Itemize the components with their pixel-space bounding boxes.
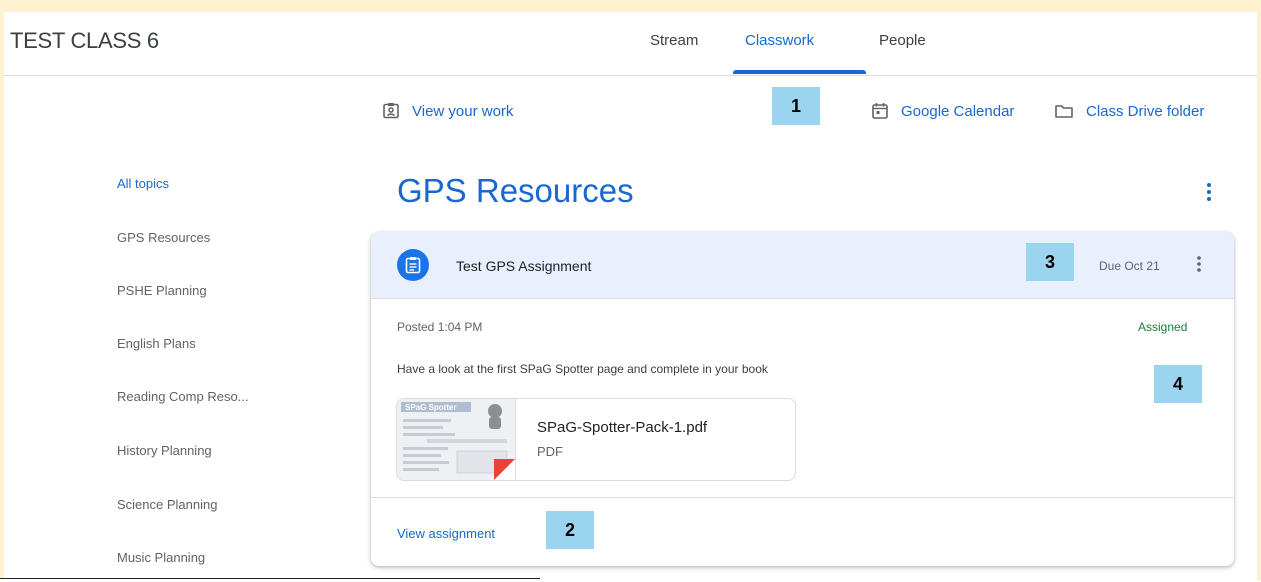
assignment-title: Test GPS Assignment bbox=[456, 258, 592, 274]
card-footer: View assignment bbox=[371, 497, 1234, 566]
callout-1: 1 bbox=[772, 87, 820, 125]
folder-icon bbox=[1055, 105, 1073, 118]
posted-time: Posted 1:04 PM bbox=[397, 320, 483, 334]
google-calendar-link[interactable]: Google Calendar bbox=[871, 102, 1014, 120]
class-title[interactable]: TEST CLASS 6 bbox=[10, 28, 159, 54]
sidebar-item-all-topics[interactable]: All topics bbox=[117, 176, 169, 191]
sidebar-item-music-planning[interactable]: Music Planning bbox=[117, 550, 205, 565]
status-badge: Assigned bbox=[1138, 320, 1188, 334]
callout-3: 3 bbox=[1026, 243, 1074, 281]
view-assignment-link[interactable]: View assignment bbox=[397, 526, 495, 541]
assignment-header[interactable]: Test GPS Assignment Due Oct 21 bbox=[371, 232, 1234, 299]
sidebar-item-gps-resources[interactable]: GPS Resources bbox=[117, 230, 210, 245]
tab-classwork[interactable]: Classwork bbox=[745, 32, 814, 49]
attachment-name: SPaG-Spotter-Pack-1.pdf bbox=[537, 419, 708, 436]
attachment-thumbnail: SPaG Spotter bbox=[397, 399, 516, 480]
active-tab-indicator bbox=[733, 70, 866, 74]
attachment-type: PDF bbox=[537, 444, 563, 459]
google-calendar-label: Google Calendar bbox=[901, 102, 1015, 120]
sidebar-item-history-planning[interactable]: History Planning bbox=[117, 443, 212, 458]
view-your-work-link[interactable]: View your work bbox=[382, 102, 513, 120]
class-drive-folder-label: Class Drive folder bbox=[1086, 102, 1205, 120]
due-date: Due Oct 21 bbox=[1099, 259, 1160, 273]
attachment-card[interactable]: SPaG Spotter SPaG-Spotter-Pack-1.pdf PDF bbox=[396, 398, 796, 481]
topic-title: GPS Resources bbox=[397, 172, 634, 209]
assignment-instructions: Have a look at the first SPaG Spotter pa… bbox=[397, 362, 768, 376]
id-badge-icon bbox=[383, 103, 399, 119]
sidebar-item-science-planning[interactable]: Science Planning bbox=[117, 497, 217, 512]
class-drive-folder-link[interactable]: Class Drive folder bbox=[1054, 102, 1204, 120]
page-frame-right bbox=[1257, 0, 1261, 581]
sidebar-item-reading-comp[interactable]: Reading Comp Reso... bbox=[117, 389, 249, 404]
more-vert-icon[interactable] bbox=[1206, 182, 1212, 202]
calendar-icon bbox=[872, 103, 888, 119]
thumbnail-heading: SPaG Spotter bbox=[405, 403, 457, 412]
page-frame-left bbox=[0, 0, 4, 581]
callout-4: 4 bbox=[1154, 365, 1202, 403]
assignment-card: Test GPS Assignment Due Oct 21 Posted 1:… bbox=[371, 232, 1234, 566]
callout-2: 2 bbox=[546, 511, 594, 549]
top-bar: TEST CLASS 6 Stream Classwork People bbox=[4, 12, 1257, 76]
page-frame-bottom bbox=[0, 578, 540, 582]
tab-stream[interactable]: Stream bbox=[650, 32, 698, 49]
more-vert-icon[interactable] bbox=[1196, 255, 1202, 273]
view-your-work-label: View your work bbox=[412, 102, 514, 120]
sidebar-item-pshe-planning[interactable]: PSHE Planning bbox=[117, 283, 207, 298]
page-frame-top bbox=[0, 0, 1261, 12]
assignment-icon bbox=[397, 249, 429, 281]
sidebar-item-english-plans[interactable]: English Plans bbox=[117, 336, 196, 351]
tab-people[interactable]: People bbox=[879, 32, 926, 49]
